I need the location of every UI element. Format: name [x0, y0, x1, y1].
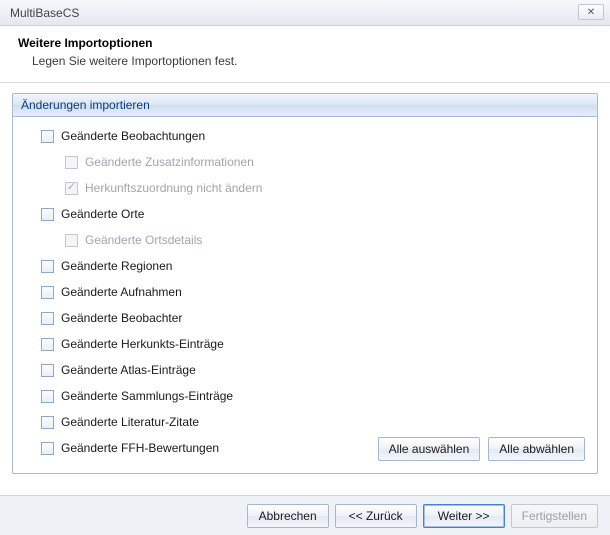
- page-description: Legen Sie weitere Importoptionen fest.: [32, 54, 592, 68]
- option-changed-extra-info: Geänderte Zusatzinformationen: [23, 149, 587, 175]
- checkbox-icon: [41, 442, 54, 455]
- select-all-button[interactable]: Alle auswählen: [378, 437, 481, 461]
- option-label: Geänderte Beobachter: [61, 311, 182, 325]
- option-label: Geänderte FFH-Bewertungen: [61, 441, 219, 455]
- option-label: Geänderte Ortsdetails: [85, 233, 202, 247]
- option-label: Geänderte Regionen: [61, 259, 172, 273]
- page-title: Weitere Importoptionen: [18, 36, 592, 50]
- option-label: Geänderte Literatur-Zitate: [61, 415, 199, 429]
- close-button[interactable]: ✕: [578, 4, 604, 20]
- option-label: Geänderte Beobachtungen: [61, 129, 205, 143]
- import-changes-group: Änderungen importieren Geänderte Beobach…: [12, 93, 598, 474]
- option-changed-places[interactable]: Geänderte Orte: [23, 201, 587, 227]
- option-label: Geänderte Orte: [61, 207, 144, 221]
- option-changed-literature[interactable]: Geänderte Literatur-Zitate: [23, 409, 587, 435]
- option-changed-atlas-entries[interactable]: Geänderte Atlas-Einträge: [23, 357, 587, 383]
- checkbox-icon: [41, 338, 54, 351]
- option-changed-place-details: Geänderte Ortsdetails: [23, 227, 587, 253]
- group-body: Geänderte Beobachtungen Geänderte Zusatz…: [13, 117, 597, 473]
- checkbox-icon: [41, 416, 54, 429]
- option-label: Geänderte Atlas-Einträge: [61, 363, 196, 377]
- option-changed-recordings[interactable]: Geänderte Aufnahmen: [23, 279, 587, 305]
- title-bar: MultiBaseCS ✕: [0, 0, 610, 26]
- option-changed-observations[interactable]: Geänderte Beobachtungen: [23, 123, 587, 149]
- option-label: Herkunftszuordnung nicht ändern: [85, 181, 262, 195]
- deselect-all-button[interactable]: Alle abwählen: [488, 437, 585, 461]
- back-button[interactable]: << Zurück: [335, 504, 417, 528]
- option-changed-regions[interactable]: Geänderte Regionen: [23, 253, 587, 279]
- close-icon: ✕: [587, 7, 595, 18]
- option-changed-collection-entries[interactable]: Geänderte Sammlungs-Einträge: [23, 383, 587, 409]
- wizard-header: Weitere Importoptionen Legen Sie weitere…: [0, 26, 610, 83]
- option-changed-observers[interactable]: Geänderte Beobachter: [23, 305, 587, 331]
- option-label: Geänderte Zusatzinformationen: [85, 155, 254, 169]
- checkbox-icon: [41, 364, 54, 377]
- option-changed-origin-entries[interactable]: Geänderte Herkunkts-Einträge: [23, 331, 587, 357]
- checkbox-icon: [41, 208, 54, 221]
- checkbox-icon: [41, 312, 54, 325]
- option-keep-origin: ✓ Herkunftszuordnung nicht ändern: [23, 175, 587, 201]
- checkbox-icon: [65, 234, 78, 247]
- checkbox-icon: ✓: [65, 182, 78, 195]
- window-title: MultiBaseCS: [10, 6, 79, 20]
- finish-button: Fertigstellen: [511, 504, 598, 528]
- cancel-button[interactable]: Abbrechen: [247, 504, 329, 528]
- next-button[interactable]: Weiter >>: [423, 504, 505, 528]
- checkbox-icon: [41, 286, 54, 299]
- checkbox-icon: [65, 156, 78, 169]
- group-header: Änderungen importieren: [13, 94, 597, 117]
- checkbox-icon: [41, 260, 54, 273]
- selection-buttons: Alle auswählen Alle abwählen: [378, 437, 585, 461]
- check-icon: ✓: [67, 182, 76, 193]
- checkbox-icon: [41, 130, 54, 143]
- option-label: Geänderte Sammlungs-Einträge: [61, 389, 233, 403]
- wizard-footer: Abbrechen << Zurück Weiter >> Fertigstel…: [0, 495, 610, 535]
- option-label: Geänderte Herkunkts-Einträge: [61, 337, 224, 351]
- checkbox-icon: [41, 390, 54, 403]
- option-label: Geänderte Aufnahmen: [61, 285, 182, 299]
